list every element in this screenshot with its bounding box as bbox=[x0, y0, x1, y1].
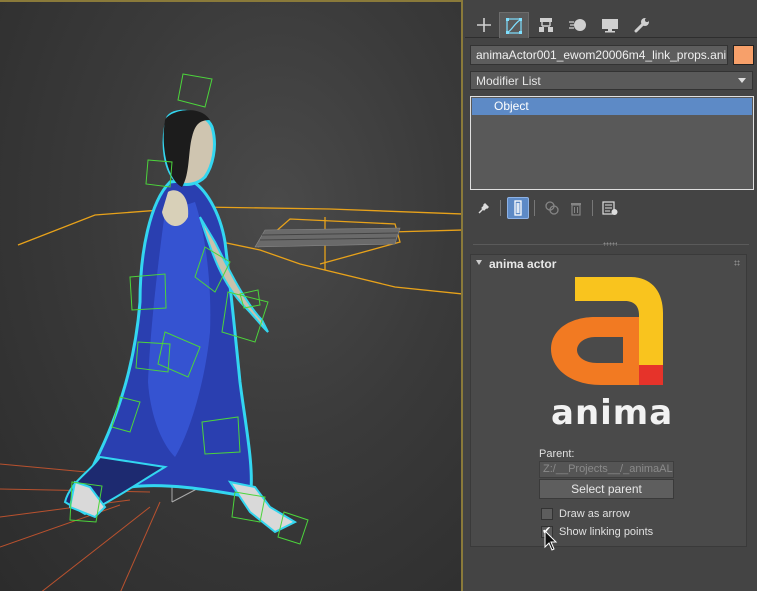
make-unique-icon bbox=[545, 201, 559, 215]
configure-modifier-sets-icon bbox=[602, 201, 618, 215]
pin-stack-button[interactable] bbox=[473, 197, 495, 219]
anima-logo-icon bbox=[551, 277, 663, 385]
stack-toolbar bbox=[470, 197, 754, 221]
parent-path-field[interactable]: Z:/__Projects__/_animaALL bbox=[539, 461, 674, 478]
object-name-field[interactable]: animaActor001_ewom20006m4_link_props.ani bbox=[470, 45, 728, 65]
modify-curve-icon bbox=[506, 17, 522, 34]
display-tab[interactable] bbox=[595, 12, 625, 38]
motion-path-lines bbox=[17, 206, 461, 295]
object-color-swatch[interactable] bbox=[733, 45, 754, 65]
collapse-caret-icon bbox=[476, 260, 482, 265]
show-linking-points-label: Show linking points bbox=[559, 526, 654, 538]
show-end-result-icon bbox=[514, 200, 522, 216]
character-figure bbox=[63, 109, 298, 534]
parent-label: Parent: bbox=[539, 448, 575, 460]
configure-modifier-sets-button[interactable] bbox=[599, 197, 621, 219]
draw-as-arrow-row[interactable]: Draw as arrow bbox=[541, 507, 630, 521]
display-monitor-icon bbox=[602, 19, 618, 33]
floor-patch bbox=[254, 227, 401, 248]
motion-tab[interactable] bbox=[563, 12, 593, 38]
show-end-result-button[interactable] bbox=[507, 197, 529, 219]
create-tab[interactable] bbox=[469, 12, 499, 38]
command-panel: animaActor001_ewom20006m4_link_props.ani… bbox=[465, 0, 757, 591]
select-parent-button[interactable]: Select parent bbox=[539, 479, 674, 499]
stack-item-object[interactable]: Object bbox=[472, 98, 752, 115]
anima-logo-text: anima bbox=[551, 393, 674, 433]
modifier-list-label: Modifier List bbox=[476, 74, 541, 88]
draw-as-arrow-checkbox[interactable] bbox=[541, 508, 553, 520]
wrench-icon bbox=[634, 18, 649, 33]
viewport-perspective[interactable]: z bbox=[0, 0, 463, 591]
pin-stack-icon bbox=[478, 203, 489, 214]
command-panel-tabs bbox=[465, 8, 757, 38]
chevron-down-icon bbox=[738, 78, 746, 83]
hierarchy-tab[interactable] bbox=[531, 12, 561, 38]
rollout-header[interactable]: anima actor bbox=[471, 255, 746, 273]
rollout-title: anima actor bbox=[489, 257, 557, 271]
utilities-tab[interactable] bbox=[627, 12, 657, 38]
remove-modifier-button[interactable] bbox=[565, 197, 587, 219]
draw-as-arrow-label: Draw as arrow bbox=[559, 508, 630, 520]
divider-grip-icon[interactable] bbox=[603, 242, 617, 246]
mouse-cursor-icon bbox=[544, 530, 558, 551]
anima-logo: anima bbox=[551, 277, 674, 435]
remove-modifier-icon bbox=[571, 203, 581, 216]
scene-canvas: z bbox=[0, 73, 461, 591]
rollout-grip-icon bbox=[734, 260, 740, 266]
modifier-stack[interactable]: Object bbox=[470, 96, 754, 190]
make-unique-button[interactable] bbox=[541, 197, 563, 219]
anima-actor-rollout: anima actor anima Parent: Z:/__Projects_… bbox=[470, 254, 747, 547]
modifier-list-dropdown[interactable]: Modifier List bbox=[470, 71, 753, 90]
hierarchy-icon bbox=[539, 18, 553, 32]
plus-icon bbox=[477, 18, 491, 32]
modify-tab[interactable] bbox=[499, 12, 529, 38]
motion-icon bbox=[569, 19, 586, 31]
